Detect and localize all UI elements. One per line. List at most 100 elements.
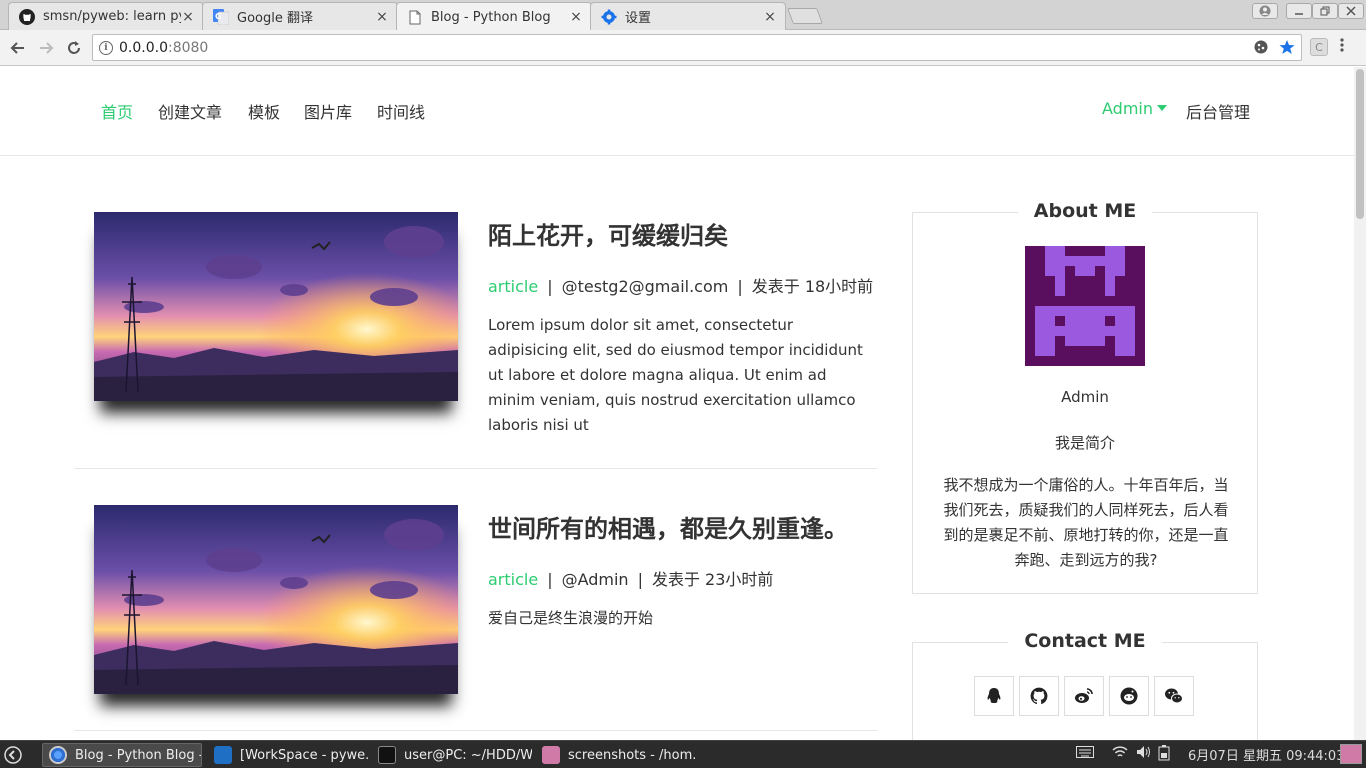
post-author: @testg2@gmail.com (561, 277, 729, 296)
post-title[interactable]: 陌上花开，可缓缓归矣 (488, 216, 728, 251)
url-text: 0.0.0.0:8080 (119, 40, 209, 56)
contact-heading: Contact ME (913, 630, 1257, 652)
battery-icon[interactable] (1158, 745, 1170, 765)
start-menu-icon[interactable] (0, 743, 26, 767)
tab-github[interactable]: smsn/pyweb: learn py × (8, 2, 204, 30)
terminal-icon (378, 746, 396, 764)
taskbar-task-terminal[interactable]: user@PC: ~/HDD/W... (372, 743, 532, 767)
browser-toolbar: i 0.0.0.0:8080 C (0, 30, 1366, 66)
close-window-icon[interactable] (1338, 3, 1364, 19)
wechat-icon[interactable] (1154, 676, 1194, 716)
bookmark-star-icon[interactable] (1279, 39, 1295, 59)
close-icon[interactable]: × (569, 9, 583, 25)
wifi-icon[interactable] (1112, 745, 1128, 763)
cookie-icon[interactable] (1253, 39, 1269, 59)
chrome-icon (49, 746, 67, 764)
meta-separator: | (547, 570, 553, 589)
post-category[interactable]: article (488, 570, 538, 589)
post-thumbnail[interactable] (94, 505, 458, 694)
scrollbar-thumb[interactable] (1356, 69, 1364, 219)
reddit-icon[interactable] (1109, 676, 1149, 716)
page-icon (407, 9, 423, 25)
address-bar[interactable]: i 0.0.0.0:8080 (92, 34, 1302, 61)
forward-icon[interactable] (36, 38, 56, 58)
task-label: user@PC: ~/HDD/W... (404, 747, 532, 763)
close-icon[interactable]: × (375, 9, 389, 25)
minimize-icon[interactable] (1286, 3, 1312, 19)
nav-home[interactable]: 首页 (101, 99, 133, 123)
post-title[interactable]: 世间所有的相遇，都是久别重逢。 (488, 509, 848, 544)
browser-tabstrip: smsn/pyweb: learn py × G Google 翻译 × Blo… (0, 0, 1366, 31)
post-time: 发表于 18小时前 (751, 277, 874, 296)
profile-icon[interactable] (1252, 3, 1278, 19)
tab-title: smsn/pyweb: learn py (43, 9, 181, 24)
reload-icon[interactable] (64, 38, 84, 58)
back-icon[interactable] (8, 38, 28, 58)
nav-gallery[interactable]: 图片库 (304, 99, 352, 123)
meta-separator: | (547, 277, 553, 296)
desktop-taskbar: Blog - Python Blog - ... [WorkSpace - py… (0, 740, 1366, 768)
nav-create-post[interactable]: 创建文章 (158, 99, 222, 123)
task-label: Blog - Python Blog - ... (75, 747, 201, 763)
post-excerpt: 爱自己是终生浪漫的开始 (488, 609, 654, 627)
close-icon[interactable]: × (763, 9, 777, 25)
user-dropdown[interactable]: Admin (1102, 99, 1167, 118)
new-tab-button[interactable] (787, 8, 823, 24)
vscode-icon (214, 746, 232, 764)
nav-timeline[interactable]: 时间线 (377, 99, 425, 123)
post-time: 发表于 23小时前 (651, 570, 774, 589)
tab-title: Google 翻译 (237, 11, 313, 26)
web-page: 首页 创建文章 模板 图片库 时间线 Admin 后台管理 陌上花开，可缓缓归矣… (0, 67, 1354, 740)
extension-icon[interactable]: C (1310, 38, 1328, 56)
tab-blog[interactable]: Blog - Python Blog × (396, 2, 592, 31)
post-divider (74, 730, 877, 731)
tab-google-translate[interactable]: G Google 翻译 × (202, 2, 398, 30)
task-label: [WorkSpace - pywe... (240, 747, 368, 763)
user-name: Admin (1102, 99, 1153, 118)
meta-separator: | (737, 277, 743, 296)
about-intro: 我是简介 (1054, 434, 1115, 452)
post-divider (74, 468, 877, 469)
post-meta: article | @Admin | 发表于 23小时前 (488, 566, 773, 590)
nav-admin[interactable]: 后台管理 (1186, 99, 1250, 123)
clock[interactable]: 6月07日 星期五 09:44:03 (1188, 745, 1344, 764)
about-heading: About ME (913, 200, 1257, 222)
avatar (1025, 246, 1145, 366)
menu-icon[interactable] (1340, 37, 1344, 57)
github-icon (19, 8, 35, 25)
show-desktop-button[interactable] (1340, 744, 1362, 764)
qq-icon[interactable] (974, 676, 1014, 716)
taskbar-task-browser[interactable]: Blog - Python Blog - ... (42, 743, 202, 767)
taskbar-task-files[interactable]: screenshots - /hom... (536, 743, 696, 767)
github-icon[interactable] (1019, 676, 1059, 716)
weibo-icon[interactable] (1064, 676, 1104, 716)
task-label: screenshots - /hom... (568, 747, 696, 763)
nav-templates[interactable]: 模板 (248, 99, 280, 123)
post-author: @Admin (561, 570, 629, 589)
page-scrollbar[interactable] (1354, 67, 1366, 740)
volume-icon[interactable] (1136, 745, 1152, 763)
site-navbar: 首页 创建文章 模板 图片库 时间线 Admin 后台管理 (0, 67, 1354, 156)
caret-down-icon (1157, 105, 1167, 111)
post-thumbnail[interactable] (94, 212, 458, 401)
about-name: Admin (1061, 388, 1109, 406)
post-meta: article | @testg2@gmail.com | 发表于 18小时前 (488, 273, 873, 297)
post-category[interactable]: article (488, 277, 538, 296)
tab-title: 设置 (625, 11, 652, 26)
post-card: 世间所有的相遇，都是久别重逢。 article | @Admin | 发表于 23小时前… (74, 505, 877, 731)
about-bio: 我不想成为一个庸俗的人。十年百年后，当我们死去，质疑我们的人同样死去，后人看到的… (943, 476, 1229, 569)
keyboard-icon[interactable] (1076, 745, 1094, 763)
restore-icon[interactable] (1312, 3, 1338, 19)
google-translate-icon: G (213, 8, 229, 25)
taskbar-task-vscode[interactable]: [WorkSpace - pywe... (208, 743, 368, 767)
site-info-icon[interactable]: i (99, 41, 113, 55)
about-me-panel: About ME Admin 我是简介 我不想成为一个庸俗的人。十年百年后，当我… (912, 200, 1258, 594)
tab-title: Blog - Python Blog (431, 9, 551, 25)
svg-text:G: G (215, 12, 222, 21)
contact-me-panel: Contact ME (912, 630, 1258, 740)
gear-icon (601, 9, 617, 25)
post-card: 陌上花开，可缓缓归矣 article | @testg2@gmail.com | 发表于… (74, 212, 877, 468)
close-icon[interactable]: × (181, 9, 195, 25)
tab-settings[interactable]: 设置 × (590, 2, 786, 30)
meta-separator: | (637, 570, 643, 589)
